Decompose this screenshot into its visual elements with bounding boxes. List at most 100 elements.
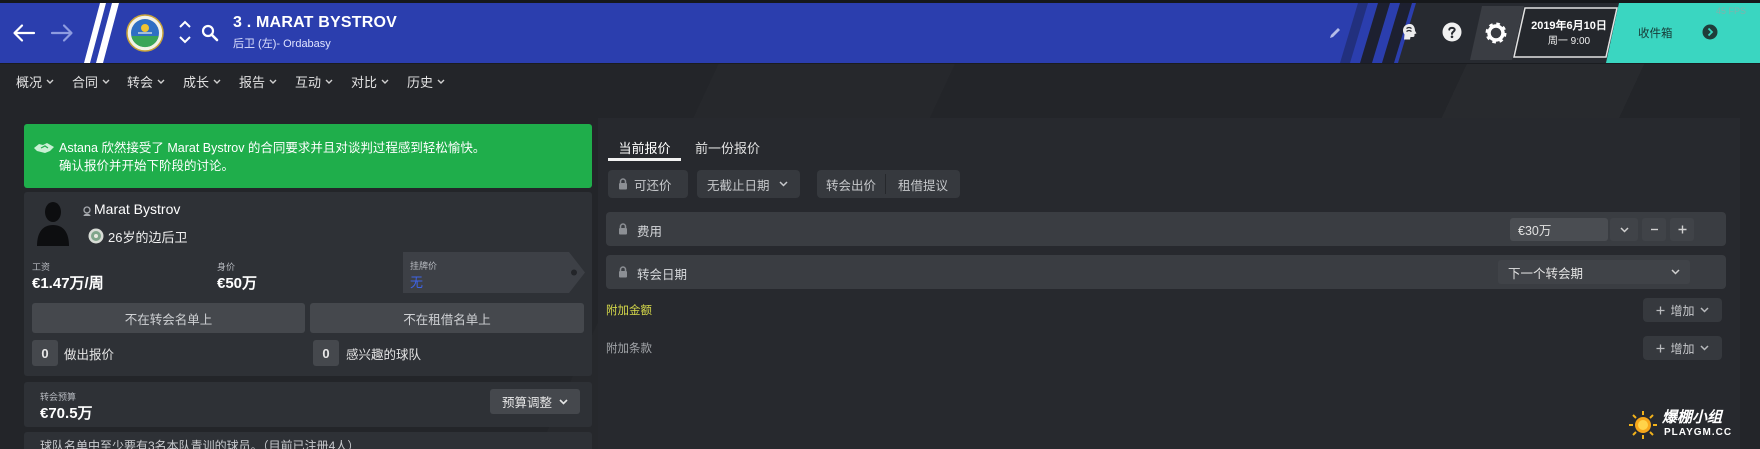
fee-row: 费用 €30万 bbox=[606, 212, 1726, 246]
plus-icon bbox=[1678, 225, 1686, 234]
forward-arrow-icon[interactable] bbox=[50, 23, 74, 43]
budget-value: €70.5万 bbox=[40, 405, 93, 422]
notice-line-1: Astana 欣然接受了 Marat Bystrov 的合同要求并且对谈判过程感… bbox=[59, 141, 486, 155]
handshake-icon bbox=[34, 143, 54, 153]
budget-adjust-button[interactable]: 预算调整 bbox=[490, 389, 580, 414]
edit-icon[interactable] bbox=[1328, 26, 1342, 40]
notice-banner: Astana 欣然接受了 Marat Bystrov 的合同要求并且对谈判过程感… bbox=[24, 124, 592, 188]
menu-item-transfer[interactable]: 转会 bbox=[127, 73, 165, 90]
club-badge-icon bbox=[88, 228, 104, 244]
chevron-up-icon[interactable] bbox=[178, 20, 192, 29]
sun-logo-icon bbox=[1629, 411, 1657, 439]
help-icon[interactable] bbox=[1442, 22, 1462, 42]
chevron-down-icon bbox=[559, 398, 568, 405]
transfer-offer-option[interactable]: 转会出价 bbox=[817, 170, 885, 198]
offer-type-switch: 转会出价 租借提议 bbox=[817, 170, 960, 198]
budget-card: 转会预算 €70.5万 预算调整 bbox=[24, 382, 592, 427]
agent-icon bbox=[83, 206, 91, 216]
chevron-down-icon bbox=[381, 79, 389, 84]
asking-price-value: 无 bbox=[410, 275, 424, 290]
chevron-down-icon bbox=[1671, 269, 1680, 275]
menu-item-label: 历史 bbox=[407, 75, 434, 90]
lock-icon[interactable] bbox=[618, 266, 628, 278]
player-silhouette[interactable] bbox=[34, 198, 72, 246]
chevron-down-icon bbox=[437, 79, 445, 84]
menu-item-compare[interactable]: 对比 bbox=[351, 73, 389, 90]
fee-dropdown-button[interactable] bbox=[1610, 218, 1638, 241]
interested-count: 0 bbox=[313, 340, 339, 366]
player-description: 26岁的边后卫 bbox=[108, 230, 188, 245]
transfer-date-dropdown[interactable]: 下一个转会期 bbox=[1498, 260, 1690, 284]
fee-input[interactable]: €30万 bbox=[1510, 218, 1608, 241]
chevron-down-icon bbox=[1619, 226, 1629, 233]
plus-icon bbox=[1656, 306, 1665, 314]
watermark-logo: 爆棚小组 PLAYGM.CC bbox=[1628, 404, 1750, 444]
menu-item-label: 合同 bbox=[72, 75, 99, 90]
tab-previous-offer[interactable]: 前一份报价 bbox=[695, 138, 760, 156]
back-arrow-icon[interactable] bbox=[12, 23, 36, 43]
search-icon[interactable] bbox=[201, 24, 219, 42]
clauses-label: 附加条款 bbox=[606, 343, 652, 355]
transfer-list-button[interactable]: 不在转会名单上 bbox=[32, 303, 305, 333]
header-bottom-edge bbox=[0, 63, 1760, 64]
loan-list-button[interactable]: 不在租借名单上 bbox=[310, 303, 584, 333]
chevron-down-icon[interactable] bbox=[178, 35, 192, 44]
chevron-down-icon bbox=[1699, 345, 1709, 351]
negotiable-toggle[interactable]: 可还价 bbox=[608, 170, 688, 198]
chevron-down-icon bbox=[157, 79, 165, 84]
tab-current-offer[interactable]: 当前报价 bbox=[608, 138, 681, 156]
chevron-down-icon bbox=[102, 79, 110, 84]
menu-item-contract[interactable]: 合同 bbox=[72, 73, 110, 90]
player-card: Marat Bystrov 26岁的边后卫 工资 €1.47万/周 身价 €50… bbox=[24, 192, 592, 376]
chevron-down-icon bbox=[325, 79, 333, 84]
page-subtitle: 后卫 (左)- Ordabasy bbox=[233, 38, 331, 50]
menu-item-overview[interactable]: 概况 bbox=[16, 73, 54, 90]
add-ons-add-label: 增加 bbox=[1670, 303, 1695, 318]
club-crest-icon[interactable] bbox=[126, 14, 164, 52]
add-ons-label: 附加金额 bbox=[606, 305, 652, 317]
arrow-right-circle-icon bbox=[1702, 24, 1718, 40]
gear-icon[interactable] bbox=[1485, 22, 1507, 44]
menu-item-interaction[interactable]: 互动 bbox=[295, 73, 333, 90]
menu-item-label: 概况 bbox=[16, 75, 43, 90]
offers-label[interactable]: 做出报价 bbox=[64, 344, 114, 363]
interested-label[interactable]: 感兴趣的球队 bbox=[346, 344, 421, 363]
deadline-dropdown[interactable]: 无截止日期 bbox=[697, 170, 800, 198]
menu-item-label: 报告 bbox=[239, 75, 266, 90]
minus-icon bbox=[1650, 228, 1658, 231]
menu-item-development[interactable]: 成长 bbox=[183, 73, 221, 90]
brain-icon[interactable] bbox=[1400, 22, 1420, 42]
lock-icon[interactable] bbox=[618, 223, 628, 235]
fee-decrease-button[interactable] bbox=[1642, 218, 1666, 241]
game-time: 周一 9:00 bbox=[1547, 36, 1591, 47]
clauses-add-button[interactable]: 增加 bbox=[1643, 336, 1722, 360]
game-date[interactable]: 2019年6月10日 bbox=[1524, 17, 1614, 33]
header-slash-decoration bbox=[84, 3, 119, 63]
notice-line-2: 确认报价并开始下阶段的讨论。 bbox=[59, 159, 235, 173]
menu-item-reports[interactable]: 报告 bbox=[239, 73, 277, 90]
clauses-add-label: 增加 bbox=[1670, 341, 1695, 356]
header-top-edge bbox=[0, 0, 1760, 3]
menu-item-label: 成长 bbox=[183, 75, 210, 90]
value-value: €50万 bbox=[217, 275, 258, 292]
transfer-date-label: 转会日期 bbox=[637, 268, 688, 282]
transfer-date-row: 转会日期 下一个转会期 bbox=[606, 255, 1726, 289]
asking-price-tag[interactable]: 挂牌价 无 bbox=[403, 252, 585, 293]
tab-active-underline bbox=[608, 158, 681, 161]
asking-price-label: 挂牌价 bbox=[410, 261, 438, 271]
budget-adjust-label: 预算调整 bbox=[501, 396, 552, 410]
chevron-down-icon bbox=[269, 79, 277, 84]
squad-rule-note: 球队名单中至少要有3名本队青训的球员。（目前已注册4人） bbox=[40, 439, 360, 449]
menu-item-history[interactable]: 历史 bbox=[407, 73, 445, 90]
offer-panel: 当前报价 前一份报价 可还价 无截止日期 转会出价 租借提议 费用 €30万 转… bbox=[598, 118, 1740, 449]
loan-offer-option[interactable]: 租借提议 bbox=[886, 170, 960, 198]
menu-item-label: 对比 bbox=[351, 75, 378, 90]
transfer-date-value: 下一个转会期 bbox=[1508, 266, 1584, 281]
negotiable-label: 可还价 bbox=[634, 178, 672, 193]
add-ons-add-button[interactable]: 增加 bbox=[1643, 298, 1722, 322]
deadline-label: 无截止日期 bbox=[707, 178, 770, 193]
menu-item-label: 转会 bbox=[127, 75, 154, 90]
player-name[interactable]: Marat Bystrov bbox=[94, 201, 180, 217]
fee-increase-button[interactable] bbox=[1670, 218, 1694, 241]
fps-counter: 45 FPS bbox=[1716, 6, 1747, 16]
